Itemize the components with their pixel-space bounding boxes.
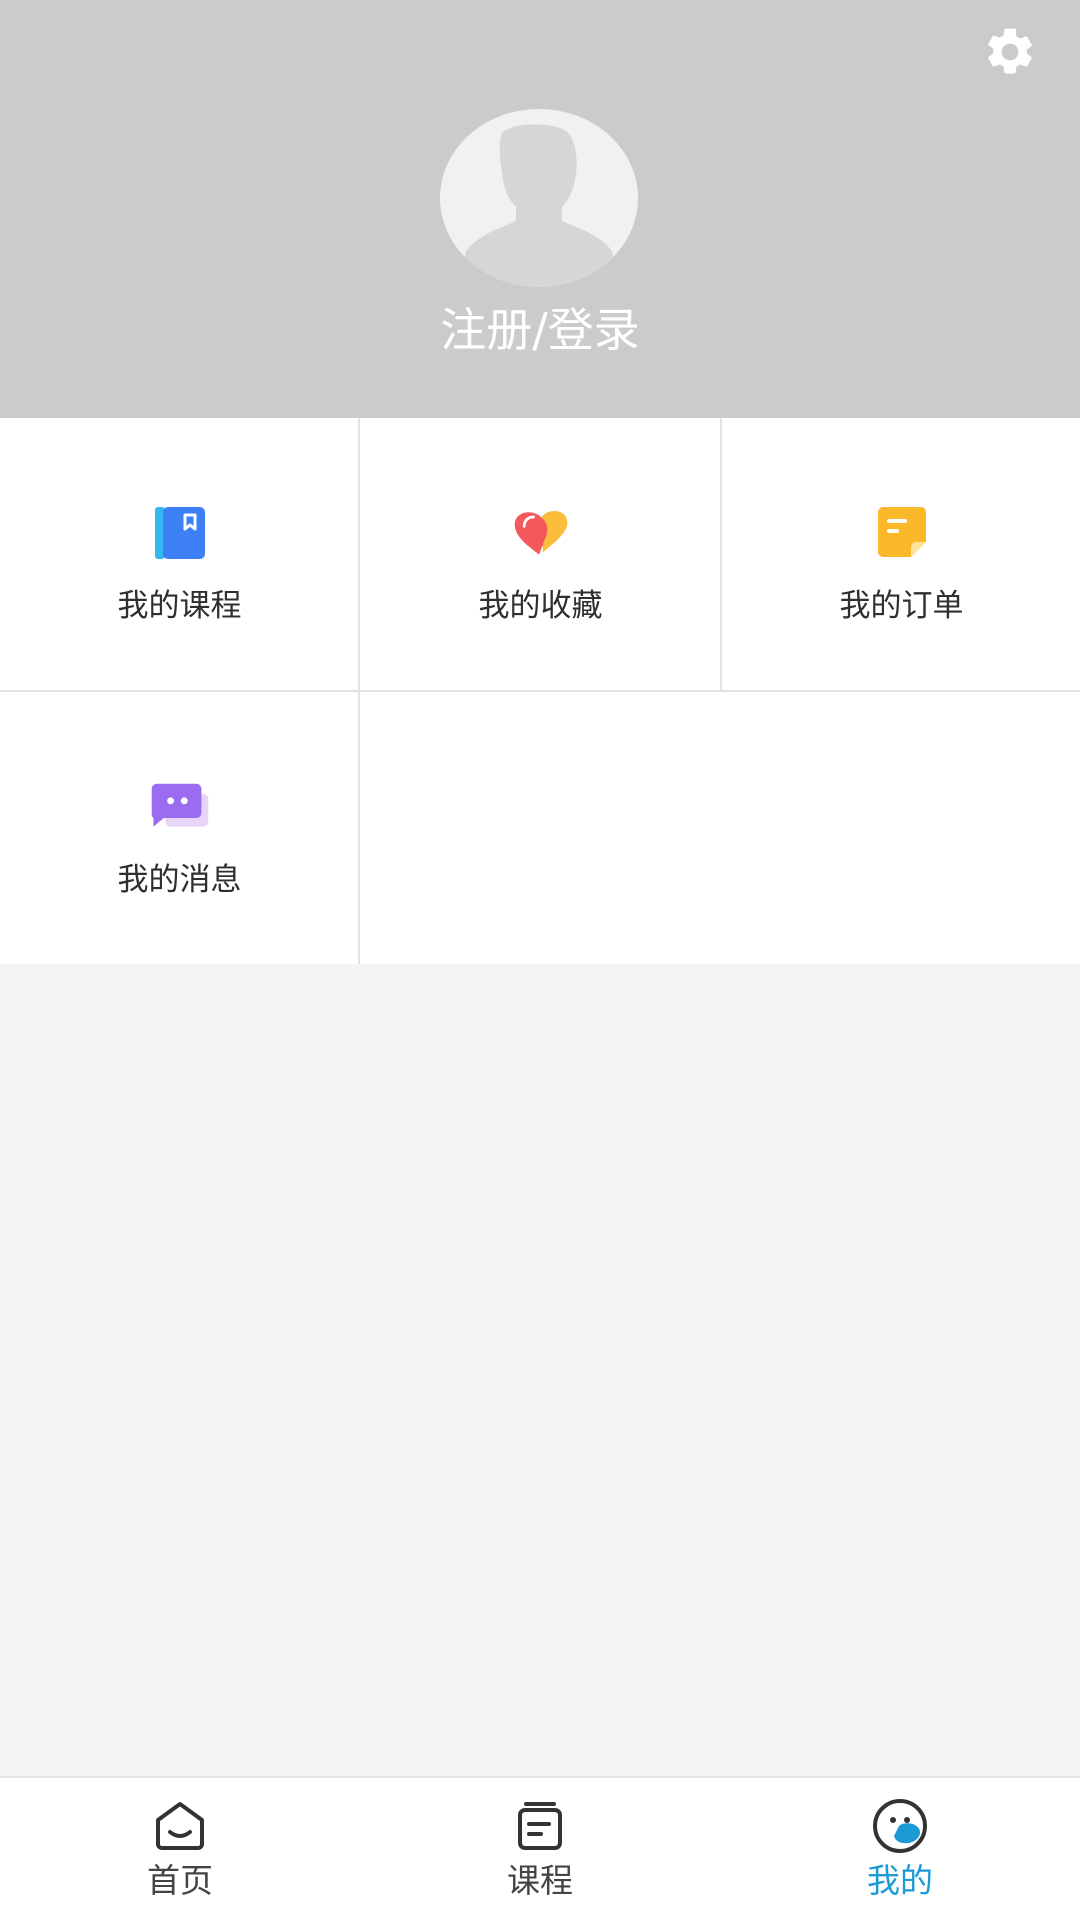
tab-label: 首页 <box>147 1861 213 1900</box>
default-avatar-icon <box>460 124 618 287</box>
tab-home[interactable]: 首页 <box>0 1778 360 1920</box>
bottom-tab-bar: 首页 课程 我的 <box>0 1776 1080 1920</box>
menu-item-label: 我的收藏 <box>478 588 603 624</box>
avatar[interactable] <box>440 109 638 287</box>
menu-item-label: 我的消息 <box>117 862 242 898</box>
tab-label: 我的 <box>867 1861 933 1900</box>
menu-item-my-favorites[interactable]: 我的收藏 <box>361 418 720 691</box>
menu-grid: 我的课程 我的收藏 我的订单 我的消息 <box>0 418 1080 964</box>
tab-courses[interactable]: 课程 <box>360 1778 720 1920</box>
menu-item-my-orders[interactable]: 我的订单 <box>722 418 1080 691</box>
profile-header: 注册/登录 <box>0 0 1080 418</box>
heart-tag-icon <box>511 502 571 562</box>
menu-item-my-courses[interactable]: 我的课程 <box>0 418 359 691</box>
book-icon <box>150 502 210 562</box>
profile-face-icon <box>870 1798 930 1854</box>
tab-label: 课程 <box>507 1861 573 1900</box>
login-register-link[interactable]: 注册/登录 <box>0 297 1080 363</box>
profile-page: 注册/登录 我的课程 我的收藏 我的订单 我的消息 首页 课程 我的 <box>0 0 1080 1920</box>
chat-bubble-icon <box>150 776 210 836</box>
home-icon <box>150 1798 210 1854</box>
menu-item-label: 我的课程 <box>117 588 242 624</box>
menu-item-my-messages[interactable]: 我的消息 <box>0 692 359 965</box>
note-icon <box>872 502 932 562</box>
tab-mine[interactable]: 我的 <box>720 1778 1080 1920</box>
settings-button[interactable] <box>978 24 1042 80</box>
course-icon <box>510 1798 570 1854</box>
gear-icon <box>988 28 1032 74</box>
menu-item-label: 我的订单 <box>839 588 964 624</box>
